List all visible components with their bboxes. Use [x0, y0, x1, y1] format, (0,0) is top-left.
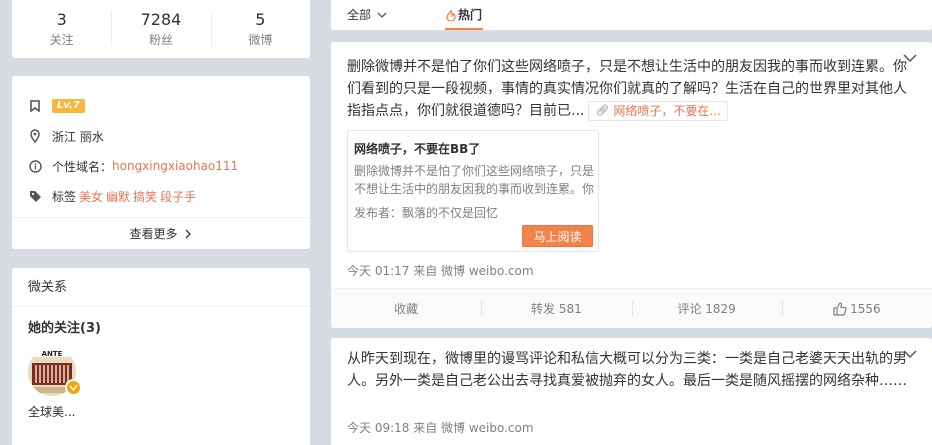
tag-link[interactable]: 幽默 — [106, 188, 130, 205]
verified-badge-icon — [65, 379, 82, 396]
stat-number: 7284 — [140, 10, 182, 29]
active-tab-indicator — [445, 28, 483, 30]
location-text: 浙江 丽水 — [52, 129, 104, 144]
stat-label: 关注 — [49, 33, 74, 47]
feed-post: 从昨天到现在，微博里的谩骂评论和私信大概可以分为三类：一类是自己老婆天天出轨的男… — [331, 338, 932, 445]
flame-icon — [446, 9, 456, 21]
post-text: 从昨天到现在，微博里的谩骂评论和私信大概可以分为三类：一类是自己老婆天天出轨的男… — [347, 351, 907, 389]
stats-bar: 3 关注 7284 粉丝 5 微博 — [12, 0, 310, 58]
chevron-down-icon — [377, 12, 387, 18]
see-more-label: 查看更多 — [129, 227, 178, 241]
tab-hot[interactable]: 热门 — [446, 6, 482, 24]
read-now-button[interactable]: 马上阅读 — [522, 225, 593, 247]
domain-link[interactable]: hongxingxiaohao111 — [112, 159, 238, 173]
relations-card: 微关系 她的关注(3) ANTE 全球美... — [12, 268, 310, 445]
divider — [12, 306, 310, 307]
tab-hot-label: 热门 — [458, 8, 483, 22]
article-author: 发布者：飘落的不仅是回忆 — [354, 206, 499, 220]
stat-following[interactable]: 3 关注 — [12, 0, 111, 58]
tag-icon — [28, 189, 42, 203]
post-meta: 今天 09:18 来自 微博 weibo.com — [347, 421, 534, 435]
article-link[interactable]: 🔗︎ 网络喷子，不要在... — [588, 101, 728, 121]
article-link-label: 网络喷子，不要在... — [613, 104, 721, 118]
post-actions: 收藏 转发 581 评论 1829 1556 — [331, 288, 932, 328]
following-user-name[interactable]: 全球美... — [28, 404, 75, 420]
tab-all[interactable]: 全部 — [347, 6, 387, 24]
level-row: Lv.7 — [28, 96, 300, 116]
feed-post: 删除微博并不是怕了你们这些网络喷子，只是不想让生活中的朋友因我的事而收到连累。你… — [331, 42, 932, 328]
repost-label: 转发 581 — [531, 302, 582, 316]
domain-row: 个性域名： hongxingxiaohao111 — [28, 156, 300, 176]
thumbs-up-icon — [833, 301, 847, 316]
profile-info-card: Lv.7 浙江 丽水 个性域名： hongxingxiaohao111 标签 美… — [12, 76, 310, 249]
like-button[interactable]: 1556 — [781, 289, 932, 328]
comment-button[interactable]: 评论 1829 — [631, 289, 782, 328]
favorite-button[interactable]: 收藏 — [331, 289, 481, 328]
relations-title: 微关系 — [28, 280, 68, 295]
stat-number: 5 — [255, 10, 266, 29]
article-title: 网络喷子，不要在BB了 — [354, 142, 481, 156]
location-pin-icon — [28, 129, 42, 143]
like-count: 1556 — [850, 301, 881, 316]
chevron-right-icon — [185, 229, 191, 238]
stat-number: 3 — [56, 10, 67, 29]
svg-text:ANTE: ANTE — [42, 350, 63, 358]
following-title[interactable]: 她的关注(3) — [28, 320, 101, 338]
tag-link[interactable]: 段子手 — [160, 188, 196, 205]
article-summary: 删除微博并不是怕了你们这些网络喷子，只是不想让生活中的朋友因我的事而收到连累。你 — [354, 164, 595, 196]
stat-label: 微博 — [248, 33, 273, 47]
repost-button[interactable]: 转发 581 — [481, 289, 631, 328]
tab-all-label: 全部 — [347, 8, 372, 22]
tags-row: 标签 美女 幽默 搞笑 段子手 — [28, 186, 300, 206]
level-badge[interactable]: Lv.7 — [52, 99, 85, 113]
post-meta: 今天 01:17 来自 微博 weibo.com — [347, 264, 534, 278]
see-more-button[interactable]: 查看更多 — [12, 217, 310, 249]
bookmark-icon — [28, 99, 42, 113]
stat-label: 粉丝 — [148, 33, 173, 47]
comment-label: 评论 1829 — [677, 302, 736, 316]
domain-label: 个性域名： — [52, 159, 113, 174]
article-card[interactable]: 网络喷子，不要在BB了 删除微博并不是怕了你们这些网络喷子，只是不想让生活中的朋… — [347, 130, 599, 252]
stat-posts[interactable]: 5 微博 — [210, 0, 310, 58]
link-icon: 🔗︎ — [595, 104, 610, 117]
post-text: 删除微博并不是怕了你们这些网络喷子，只是不想让生活中的朋友因我的事而收到连累。你… — [347, 56, 907, 122]
favorite-label: 收藏 — [394, 302, 419, 316]
info-icon — [28, 159, 42, 173]
stat-followers[interactable]: 7284 粉丝 — [111, 0, 210, 58]
location-row: 浙江 丽水 — [28, 126, 300, 146]
tag-link[interactable]: 美女 — [79, 188, 103, 205]
tags-label: 标签 — [52, 189, 77, 204]
tag-link[interactable]: 搞笑 — [133, 188, 157, 205]
feed-tabs: 全部 热门 — [331, 0, 932, 30]
